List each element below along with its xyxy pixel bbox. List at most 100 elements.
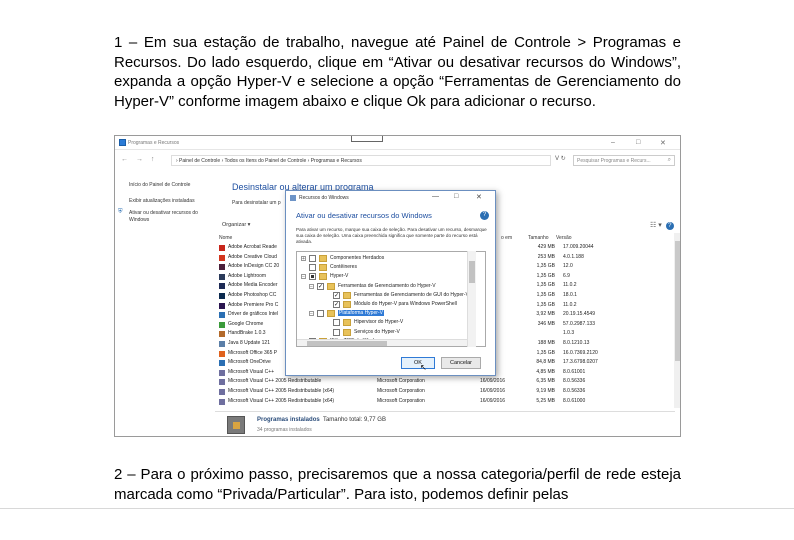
feature-label: Ferramentas de Gerenciamento de GUI do H… xyxy=(354,291,469,298)
program-icon xyxy=(219,341,225,347)
column-header-size[interactable]: Tamanho xyxy=(528,235,549,241)
program-publisher: Microsoft Corporation xyxy=(377,388,425,394)
feature-checkbox[interactable] xyxy=(309,264,316,272)
program-size: 188 MB xyxy=(537,340,555,346)
close-button[interactable]: ✕ xyxy=(660,139,666,147)
collapse-icon[interactable]: − xyxy=(309,311,314,317)
windows-features-icon xyxy=(290,195,296,201)
program-version: 12.0 xyxy=(563,263,573,270)
program-row[interactable]: Microsoft Visual C++ 2005 Redistributabl… xyxy=(219,398,679,406)
column-header-version[interactable]: Versão xyxy=(556,235,572,241)
program-name: Adobe Creative Cloud xyxy=(228,253,277,260)
view-icon[interactable]: ☷ ▾ xyxy=(650,222,662,229)
instruction-paragraph-1: 1 – Em sua estação de trabalho, navegue … xyxy=(114,34,681,110)
control-panel-icon xyxy=(119,139,126,146)
program-version: 17.3.6798.0207 xyxy=(563,359,598,366)
maximize-button[interactable]: □ xyxy=(636,139,640,146)
nav-link-windows-features[interactable]: Ativar ou desativar recursos do xyxy=(129,210,198,216)
status-bar: Programas instalados Tamanho total: 9,77… xyxy=(215,411,675,436)
folder-icon xyxy=(343,319,351,327)
program-name: Adobe InDesign CC 20 xyxy=(228,263,280,270)
program-row[interactable]: Microsoft Visual C++ 2005 Redistributabl… xyxy=(219,378,679,386)
collapse-icon[interactable]: − xyxy=(309,283,314,289)
program-icon xyxy=(219,321,225,328)
program-size: 1,35 GB xyxy=(536,301,555,308)
column-header-name[interactable]: Nome xyxy=(219,235,232,241)
view-options[interactable]: ☷ ▾? xyxy=(650,221,674,230)
search-placeholder: Pesquisar Programas e Recurs... xyxy=(577,158,651,164)
ok-button[interactable]: OK xyxy=(401,357,435,369)
feature-label: Plataforma Hyper-V xyxy=(338,310,384,317)
status-title: Programas instalados xyxy=(257,417,320,423)
dialog-description: Para ativar um recurso, marque sua caixa… xyxy=(296,227,487,244)
dialog-maximize-button[interactable]: □ xyxy=(454,193,458,200)
program-icon xyxy=(219,369,225,376)
folder-icon xyxy=(319,264,327,272)
feature-checkbox[interactable]: ✓ xyxy=(317,282,324,290)
feature-checkbox[interactable] xyxy=(309,255,316,262)
main-subtitle: Para desinstalar um p xyxy=(232,200,281,206)
program-name: Java 8 Update 121 xyxy=(228,340,270,346)
folder-icon xyxy=(327,310,335,318)
program-row[interactable]: Microsoft Visual C++ 2005 Redistributabl… xyxy=(219,388,679,396)
dialog-close-button[interactable]: ✕ xyxy=(476,193,482,201)
search-input[interactable]: Pesquisar Programas e Recurs... ⌕ xyxy=(573,155,675,166)
features-tree: + Componentes Herdados Contêineres − Hyper-V… xyxy=(296,251,486,347)
list-scrollbar[interactable] xyxy=(674,233,680,408)
program-name: Adobe Lightroom xyxy=(228,272,267,279)
organize-button[interactable]: Organizar ▾ xyxy=(222,222,250,228)
program-size: 1,35 GB xyxy=(536,272,555,279)
feature-checkbox[interactable] xyxy=(333,328,340,336)
feature-label: Contêineres xyxy=(330,264,357,271)
program-size: 6,35 MB xyxy=(536,378,555,385)
tree-scroll-thumb[interactable] xyxy=(469,261,475,283)
program-date: 16/09/2016 xyxy=(480,388,506,394)
refresh-icon[interactable]: ᐯ ↻ xyxy=(555,155,566,162)
program-name: Microsoft Visual C++ 2005 Redistributabl… xyxy=(228,378,322,385)
folder-icon xyxy=(319,273,327,281)
program-icon xyxy=(219,398,225,405)
program-name: Driver de gráficos Intel xyxy=(228,311,279,318)
program-version: 1.0.3 xyxy=(563,330,575,337)
feature-checkbox[interactable]: ✓ xyxy=(333,301,340,308)
dialog-titlebar: Recursos do Windows — □ ✕ xyxy=(286,191,495,205)
program-date: 16/09/2016 xyxy=(480,378,506,385)
navigation-arrows-icon[interactable]: ← → ↑ xyxy=(121,156,157,163)
feature-checkbox[interactable] xyxy=(317,310,324,318)
program-version: 11.0.2 xyxy=(563,301,577,308)
program-date: 16/09/2016 xyxy=(480,397,506,404)
help-icon[interactable]: ? xyxy=(665,222,674,230)
nav-link-home[interactable]: Início do Painel de Controle xyxy=(129,182,190,188)
collapse-icon[interactable]: − xyxy=(301,274,306,280)
minimize-button[interactable]: – xyxy=(611,139,615,146)
tree-horizontal-scrollbar[interactable] xyxy=(297,339,467,346)
feature-checkbox[interactable] xyxy=(333,319,340,327)
instruction-paragraph-2: 2 – Para o próximo passo, precisaremos q… xyxy=(114,466,681,503)
feature-label: Ferramentas de Gerenciamento do Hyper-V xyxy=(338,282,436,289)
program-version: 18.0.1 xyxy=(563,292,577,298)
program-size: 1,35 GB xyxy=(536,349,555,356)
program-name: Google Chrome xyxy=(228,320,264,327)
address-path[interactable]: › Painel de Controle › Todos os Itens do… xyxy=(171,155,551,166)
feature-checkbox[interactable]: ✓ xyxy=(333,291,340,299)
program-icon xyxy=(219,283,225,290)
scrollbar-thumb[interactable] xyxy=(675,241,680,361)
search-icon: ⌕ xyxy=(667,157,671,163)
tree-vertical-scrollbar[interactable] xyxy=(467,251,476,347)
column-header-installed[interactable]: o em xyxy=(501,235,512,241)
windows-features-dialog: Recursos do Windows — □ ✕ Ativar ou desa… xyxy=(285,190,496,376)
dialog-heading: Ativar ou desativar recursos do Windows xyxy=(296,211,432,220)
program-size: 1,35 GB xyxy=(536,282,555,289)
program-name: Microsoft Visual C++ 2005 Redistributabl… xyxy=(228,397,335,404)
feature-checkbox[interactable] xyxy=(309,273,316,281)
cancel-button[interactable]: Cancelar xyxy=(441,357,481,369)
program-size: 84,8 MB xyxy=(536,359,555,366)
program-publisher: Microsoft Corporation xyxy=(377,397,425,404)
nav-link-windows-features-cont[interactable]: Windows xyxy=(129,217,149,223)
nav-link-updates[interactable]: Exibir atualizações instaladas xyxy=(129,198,195,204)
dialog-help-icon[interactable]: ? xyxy=(480,211,489,220)
tree-hscroll-thumb[interactable] xyxy=(307,341,387,346)
expand-icon[interactable]: + xyxy=(301,256,306,262)
program-version: 11.0.2 xyxy=(563,282,577,289)
dialog-minimize-button[interactable]: — xyxy=(432,193,439,200)
